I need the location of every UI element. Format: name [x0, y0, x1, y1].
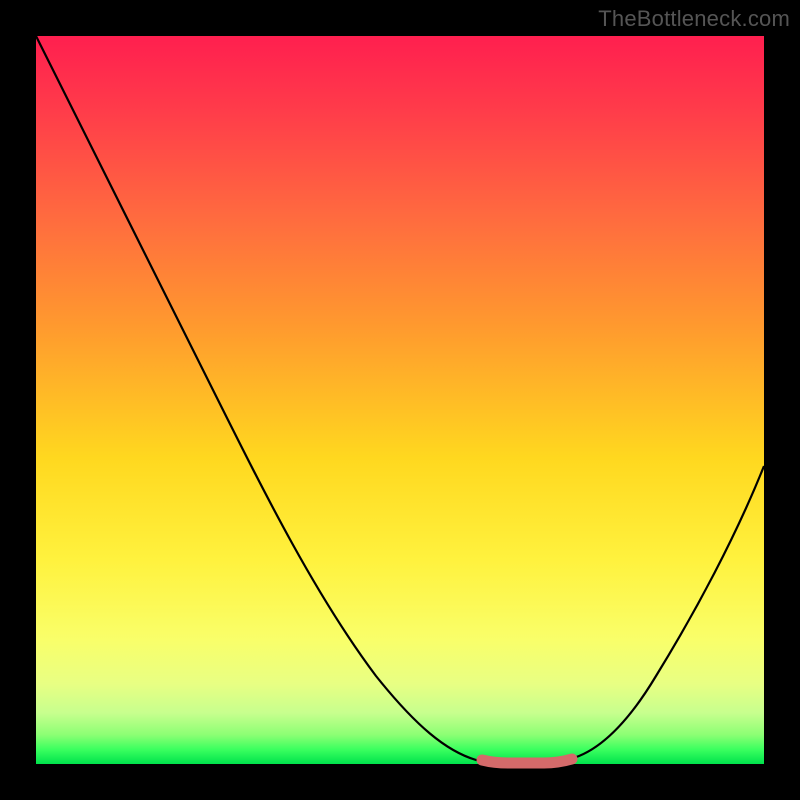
bottleneck-curve: [36, 36, 764, 764]
curve-path: [36, 36, 764, 761]
highlight-minimum: [482, 759, 572, 763]
plot-area: [36, 36, 764, 764]
chart-frame: TheBottleneck.com: [0, 0, 800, 800]
watermark-text: TheBottleneck.com: [598, 6, 790, 32]
